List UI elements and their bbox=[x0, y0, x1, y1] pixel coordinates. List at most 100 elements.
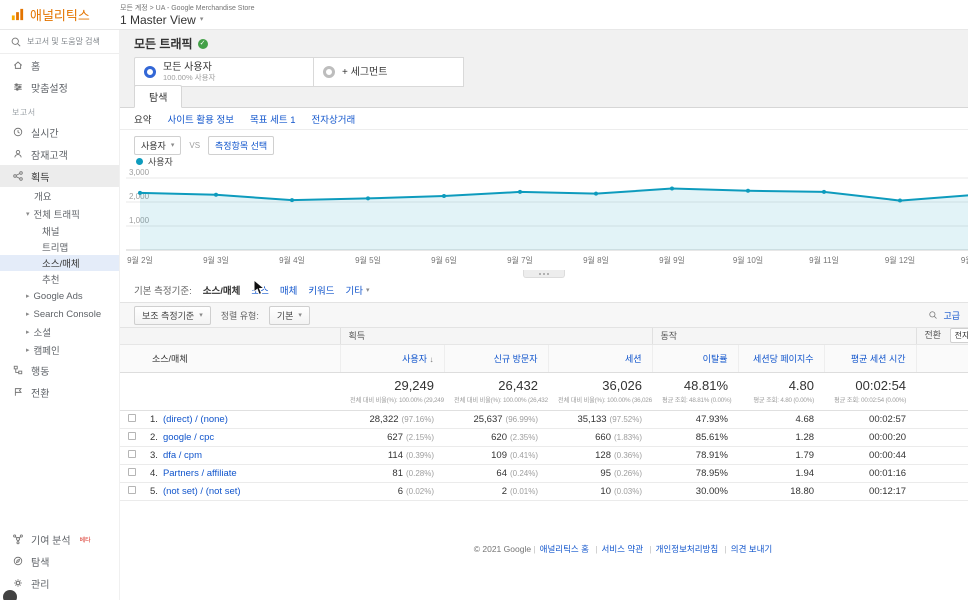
analytics-logo-icon bbox=[11, 8, 24, 21]
sidebar-item-audience[interactable]: 잠재고객 bbox=[0, 143, 119, 165]
column-sessions[interactable]: 세션 bbox=[547, 344, 653, 373]
subtab-ecommerce[interactable]: 전자상거래 bbox=[311, 112, 355, 126]
chat-bubble-icon[interactable] bbox=[3, 590, 17, 600]
subtab-site-usage[interactable]: 사이트 활용 정보 bbox=[167, 112, 233, 126]
legend-label: 사용자 bbox=[148, 156, 173, 167]
sidebar-item-discover[interactable]: 탐색 bbox=[0, 550, 119, 572]
column-bounce-rate[interactable]: 이탈률 bbox=[651, 344, 739, 373]
add-segment-button[interactable]: + 세그먼트 bbox=[314, 57, 464, 87]
sidebar-item-attribution[interactable]: 기여 분석 베타 bbox=[0, 528, 119, 550]
breadcrumb[interactable]: 모든 계정 > UA - Google Merchandise Store bbox=[120, 4, 968, 13]
column-avg-session-duration[interactable]: 평균 세션 시간 bbox=[823, 344, 917, 373]
footer-link-privacy[interactable]: 개인정보처리방침 bbox=[656, 544, 719, 554]
subtab-summary[interactable]: 요약 bbox=[134, 112, 151, 126]
svg-text:9월 5일: 9월 5일 bbox=[355, 255, 381, 265]
svg-text:9월 13일: 9월 13일 bbox=[961, 255, 968, 265]
column-pages-per-session[interactable]: 세션당 페이지수 bbox=[737, 344, 825, 373]
column-ecommerce-conversion[interactable]: 전자상거래 전환율 bbox=[915, 344, 968, 373]
chevron-down-icon: ▾ bbox=[366, 287, 370, 294]
table-controls: 보조 측정기준 ▾ 정렬 유형: 기본 ▾ 고급 bbox=[120, 302, 968, 328]
chevron-down-icon: ▾ bbox=[298, 312, 302, 319]
row-checkbox[interactable] bbox=[128, 485, 136, 494]
select-metric-dropdown[interactable]: 측정항목 선택 bbox=[208, 135, 275, 155]
search-icon bbox=[11, 37, 21, 47]
row-index: 3. bbox=[150, 449, 158, 461]
sidebar-item-google-ads[interactable]: ▸ Google Ads bbox=[0, 287, 119, 305]
dimension-medium[interactable]: 매체 bbox=[280, 283, 297, 297]
page-footer: © 2021 Google | 애널리틱스 홈 | 서비스 약관 | 개인정보처리방침… bbox=[473, 543, 773, 554]
row-index: 4. bbox=[150, 467, 158, 479]
sort-desc-icon: ↓ bbox=[429, 354, 434, 364]
row-checkbox[interactable] bbox=[128, 449, 136, 458]
sidebar-item-customization[interactable]: 맞춤설정 bbox=[0, 76, 119, 98]
sidebar-item-behavior[interactable]: 행동 bbox=[0, 359, 119, 381]
footer-link-terms[interactable]: 서비스 약관 bbox=[602, 544, 643, 554]
sidebar-item-acq-overview[interactable]: 개요 bbox=[0, 187, 119, 205]
row-index: 5. bbox=[150, 485, 158, 497]
vs-label: VS bbox=[189, 140, 201, 150]
dimension-other[interactable]: 기타 ▾ bbox=[346, 283, 370, 297]
advanced-search[interactable]: 고급 bbox=[927, 309, 960, 322]
table-row: 1. (direct) / (none) 28,322 (97.16%) 25,63… bbox=[120, 410, 968, 429]
sidebar-item-label: 트리맵 bbox=[42, 243, 69, 254]
row-index: 2. bbox=[150, 431, 158, 443]
sidebar-item-referrals[interactable]: 추천 bbox=[0, 271, 119, 287]
sidebar-item-label: 전환 bbox=[31, 388, 50, 400]
sidebar-item-label: 채널 bbox=[42, 227, 60, 238]
secondary-dimension-button[interactable]: 보조 측정기준 ▾ bbox=[134, 305, 211, 325]
dimension-source-medium[interactable]: 소스/매체 bbox=[203, 283, 241, 297]
sidebar-item-social[interactable]: ▸ 소셜 bbox=[0, 323, 119, 341]
sidebar-item-conversions[interactable]: 전환 bbox=[0, 381, 119, 403]
row-checkbox[interactable] bbox=[128, 431, 136, 440]
annotations-expander[interactable] bbox=[523, 270, 565, 278]
sidebar-item-label: 소스/매체 bbox=[42, 259, 80, 270]
source-medium-link[interactable]: dfa / cpm bbox=[163, 450, 202, 461]
add-segment-icon bbox=[323, 66, 335, 78]
metric-selector[interactable]: 사용자 ▾ bbox=[134, 135, 182, 155]
sidebar-item-all-traffic[interactable]: ▾ 전체 트래픽 bbox=[0, 205, 119, 223]
sort-type-button[interactable]: 기본 ▾ bbox=[268, 305, 310, 325]
conversion-goal-selector[interactable]: 전자상거래 ▾ bbox=[949, 328, 968, 343]
segment-all-users[interactable]: 모든 사용자 100.00% 사용자 bbox=[134, 57, 314, 87]
source-medium-link[interactable]: (not set) / (not set) bbox=[163, 486, 241, 497]
page-title-label: 모든 트래픽 bbox=[134, 37, 193, 51]
sidebar-item-label: 개요 bbox=[34, 192, 52, 203]
chevron-down-icon: ▾ bbox=[26, 211, 30, 218]
row-checkbox[interactable] bbox=[128, 413, 136, 422]
sidebar-item-campaigns[interactable]: ▸ 캠페인 bbox=[0, 341, 119, 359]
sidebar-item-acquisition[interactable]: 획득 bbox=[0, 165, 119, 187]
column-users[interactable]: 사용자 ↓ bbox=[339, 344, 444, 373]
view-selector[interactable]: 1 Master View ▾ bbox=[120, 13, 968, 27]
column-new-users[interactable]: 신규 방문자 bbox=[443, 344, 548, 373]
row-checkbox[interactable] bbox=[128, 467, 136, 476]
dimension-keyword[interactable]: 키워드 bbox=[308, 283, 334, 297]
source-medium-link[interactable]: Partners / affiliate bbox=[163, 468, 237, 479]
sidebar-item-source-medium[interactable]: 소스/매체 bbox=[0, 255, 119, 271]
chevron-down-icon: ▾ bbox=[199, 15, 204, 23]
sidebar-item-label: 탐색 bbox=[31, 557, 50, 569]
sidebar-item-home[interactable]: 홈 bbox=[0, 54, 119, 76]
sort-type-label: 정렬 유형: bbox=[220, 310, 259, 321]
footer-link-analytics-home[interactable]: 애널리틱스 홈 bbox=[540, 544, 589, 554]
logo-text: 애널리틱스 bbox=[30, 8, 90, 23]
column-source-medium[interactable]: 소스/매체 bbox=[144, 344, 340, 373]
source-medium-link[interactable]: (direct) / (none) bbox=[163, 414, 228, 425]
audience-icon bbox=[14, 149, 22, 158]
footer-link-feedback[interactable]: 의견 보내기 bbox=[731, 544, 772, 554]
source-medium-link[interactable]: google / cpc bbox=[163, 432, 214, 443]
sidebar: 보고서 및 도움말 검색 홈 맞춤설정 보고서 실시간 잠재고객 획득 개요 ▾… bbox=[0, 30, 120, 600]
tab-explorer[interactable]: 탐색 bbox=[134, 85, 183, 108]
conversions-icon bbox=[14, 388, 22, 396]
sidebar-item-channels[interactable]: 채널 bbox=[0, 223, 119, 239]
subtab-goal-set-1[interactable]: 목표 세트 1 bbox=[250, 112, 296, 126]
sidebar-item-search-console[interactable]: ▸ Search Console bbox=[0, 305, 119, 323]
analytics-logo[interactable]: 애널리틱스 bbox=[0, 5, 120, 24]
explorer-tab-bar: 탐색 bbox=[120, 85, 968, 108]
svg-text:9월 3일: 9월 3일 bbox=[203, 255, 229, 265]
sidebar-item-admin[interactable]: 관리 bbox=[0, 572, 119, 594]
table-row: 4. Partners / affiliate 81 (0.28%) 64 (0.24… bbox=[120, 464, 968, 483]
sidebar-search[interactable]: 보고서 및 도움말 검색 bbox=[0, 30, 119, 54]
sidebar-item-treemaps[interactable]: 트리맵 bbox=[0, 239, 119, 255]
total-bounce: 48.81% 평균 조회: 48.81% (0.00%) bbox=[652, 372, 739, 411]
sidebar-item-realtime[interactable]: 실시간 bbox=[0, 121, 119, 143]
